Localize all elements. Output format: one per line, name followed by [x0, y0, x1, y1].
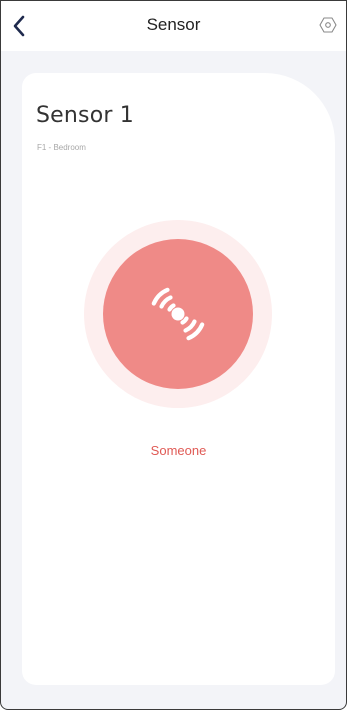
status-indicator	[103, 239, 253, 389]
sensor-screen: Sensor Sensor 1 F1 - Bedroom Someone	[0, 0, 347, 710]
device-location: F1 - Bedroom	[37, 143, 86, 152]
motion-waves-icon	[151, 287, 205, 341]
device-name: Sensor 1	[36, 103, 135, 128]
nav-bar: Sensor	[1, 1, 346, 51]
hexagon-settings-icon	[319, 17, 337, 33]
sensor-card: Sensor 1 F1 - Bedroom Someone	[22, 73, 335, 685]
status-label: Someone	[150, 443, 207, 458]
page-title: Sensor	[146, 15, 201, 34]
status-indicator-ring	[84, 220, 272, 408]
settings-button[interactable]	[314, 11, 342, 39]
